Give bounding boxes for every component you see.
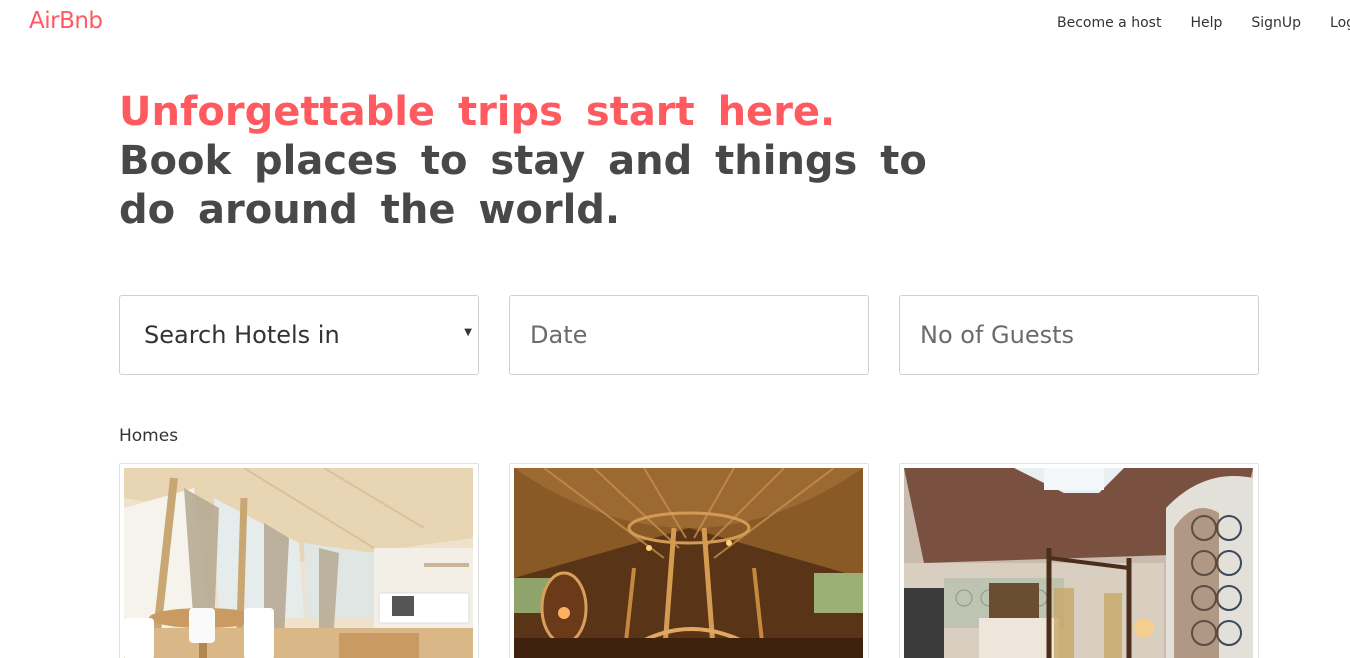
hero-text: Book places to stay and things to do aro… <box>119 138 927 233</box>
guests-input[interactable] <box>899 295 1259 375</box>
nav-help-link[interactable]: Help <box>1190 15 1222 31</box>
nav-links: Become a host Help SignUp Login <box>1057 15 1350 31</box>
navbar: AirBnb Become a host Help SignUp Login <box>0 0 1350 48</box>
nav-become-host-link[interactable]: Become a host <box>1057 15 1161 31</box>
home-photo-riad <box>904 468 1253 658</box>
home-card[interactable] <box>119 463 479 658</box>
brand-logo[interactable]: AirBnb <box>29 8 103 34</box>
homes-section-title: Homes <box>119 426 179 446</box>
home-photo-loft <box>124 468 473 658</box>
home-card[interactable] <box>899 463 1259 658</box>
location-select[interactable]: Search Hotels in ▼ <box>119 295 479 375</box>
home-card[interactable] <box>509 463 869 658</box>
nav-login-link[interactable]: Login <box>1330 15 1350 31</box>
chevron-down-icon: ▼ <box>464 327 472 338</box>
nav-signup-link[interactable]: SignUp <box>1251 15 1301 31</box>
date-input[interactable] <box>509 295 869 375</box>
hero-highlight: Unforgettable trips start here. <box>119 89 836 135</box>
hero-heading: Unforgettable trips start here. Book pla… <box>119 88 959 235</box>
home-photo-bamboo <box>514 468 863 658</box>
location-select-value: Search Hotels in <box>144 321 340 349</box>
